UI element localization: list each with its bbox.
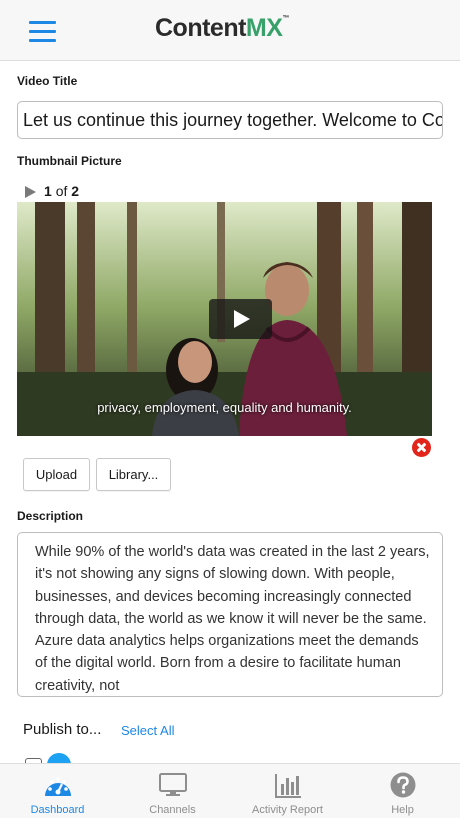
contentmx-logo: ContentMX™	[155, 14, 289, 42]
bottom-tab-bar: Dashboard Channels Activity Report Help	[0, 763, 460, 818]
tab-activity-report-label: Activity Report	[252, 804, 323, 816]
select-all-link[interactable]: Select All	[121, 723, 174, 738]
monitor-icon	[158, 773, 187, 796]
video-title-input[interactable]: Let us continue this journey together. W…	[17, 101, 443, 139]
dashboard-gauge-icon	[44, 777, 71, 796]
tab-dashboard[interactable]: Dashboard	[0, 764, 115, 818]
video-title-label: Video Title	[17, 74, 78, 88]
play-video-button[interactable]	[209, 299, 272, 339]
play-triangle-icon[interactable]	[25, 186, 36, 199]
pager-of: of	[55, 183, 68, 199]
tab-dashboard-label: Dashboard	[30, 804, 85, 816]
tab-channels-label: Channels	[149, 804, 196, 816]
upload-button[interactable]: Upload	[23, 458, 90, 491]
app-header: ContentMX™	[0, 0, 460, 61]
thumbnail-pager[interactable]: 1 of 2	[25, 183, 79, 201]
help-circle-icon	[390, 772, 415, 798]
video-caption: privacy, employment, equality and humani…	[97, 400, 352, 415]
thumbnail-image[interactable]: privacy, employment, equality and humani…	[17, 202, 432, 436]
menu-icon[interactable]	[29, 21, 56, 42]
pager-current: 1	[44, 183, 52, 199]
tab-activity-report[interactable]: Activity Report	[230, 764, 345, 818]
thumbnail-picture-label: Thumbnail Picture	[17, 154, 122, 168]
bar-chart-icon	[274, 774, 301, 798]
tab-help[interactable]: Help	[345, 764, 460, 818]
description-label: Description	[17, 509, 84, 523]
remove-thumbnail-icon[interactable]	[412, 438, 431, 457]
description-textarea[interactable]: While 90% of the world's data was create…	[17, 532, 443, 697]
pager-total: 2	[71, 183, 80, 199]
app-root: ContentMX™ Video Title Let us continue t…	[0, 0, 460, 818]
tab-channels[interactable]: Channels	[115, 764, 230, 818]
library-button[interactable]: Library...	[96, 458, 171, 491]
tab-help-label: Help	[391, 804, 414, 816]
publish-to-label: Publish to...	[23, 721, 102, 738]
